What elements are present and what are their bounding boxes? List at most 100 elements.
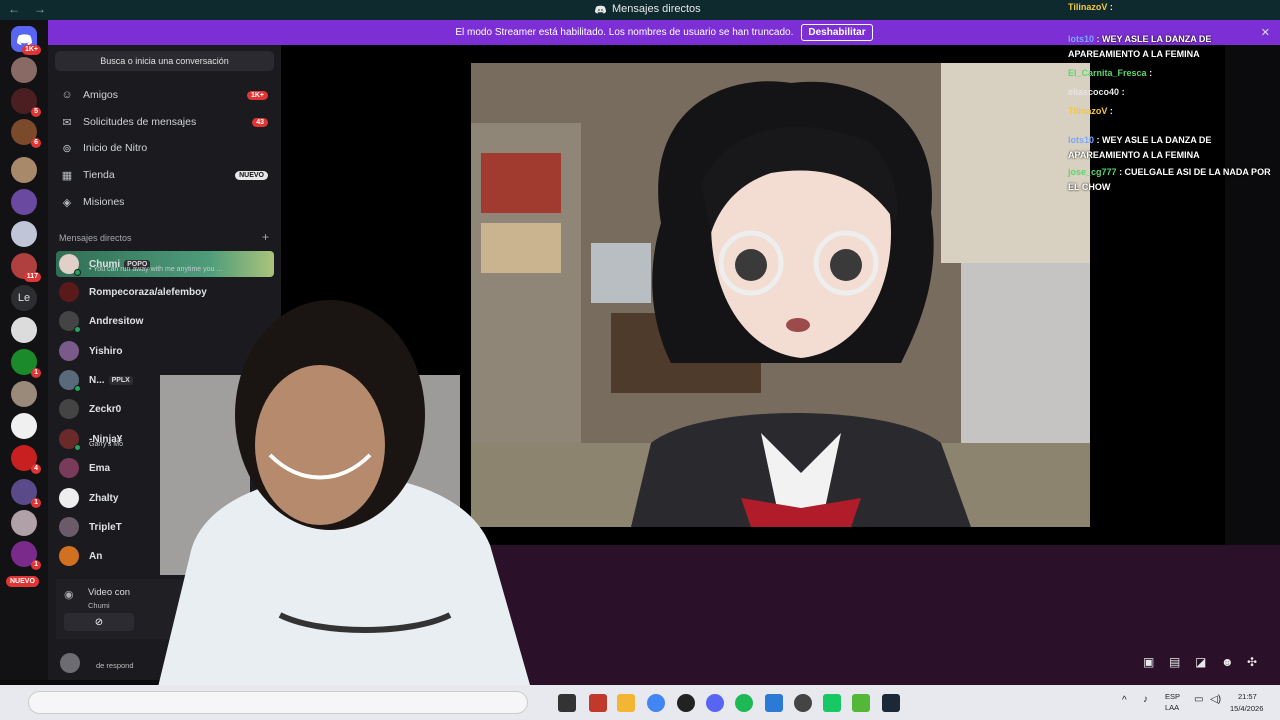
file-explorer-icon[interactable] (617, 694, 635, 712)
nitro-icon: ⊚ (62, 142, 72, 155)
forward-arrow-icon[interactable]: → (34, 2, 46, 16)
taskbar: ^ ♪ ESP LAA ▭ ◁) 21:57 15/4/2026 (0, 685, 1280, 720)
server-list: 1K+ 5 6 117 Le 1 4 1 1 NUEVO (0, 20, 48, 680)
chat-user: lots10 (1068, 135, 1095, 145)
search-input[interactable]: Busca o inicia una conversación (55, 51, 274, 71)
avatar (59, 341, 79, 361)
chrome-icon[interactable] (647, 694, 665, 712)
language-indicator[interactable]: ESP (1165, 692, 1180, 701)
clock-time[interactable]: 21:57 (1238, 692, 1257, 701)
status-dot (74, 269, 81, 276)
chat-user: El_Carnita_Fresca (1068, 68, 1147, 78)
server-icon[interactable] (11, 157, 37, 183)
status-dot (74, 444, 81, 451)
voice-channel: Chumi (88, 601, 110, 610)
dm-name: Yishiro (89, 345, 123, 357)
server-icon[interactable] (11, 413, 37, 439)
avatar (59, 546, 79, 566)
server-icon[interactable] (11, 510, 37, 536)
apps-icon[interactable]: ✣ (1247, 655, 1257, 669)
spotify-icon[interactable] (735, 694, 753, 712)
server-icon[interactable]: 1 (11, 349, 41, 378)
window-title: Mensajes directos (595, 3, 701, 15)
menu-item-nitro[interactable]: ⊚ Inicio de Nitro (56, 136, 274, 160)
menu-item-friends[interactable]: ☺ Amigos 1K+ (56, 83, 274, 107)
new-pill[interactable]: NUEVO (6, 576, 39, 587)
server-icon[interactable]: 5 (11, 88, 41, 117)
server-badge: 1 (31, 560, 41, 570)
dm-name: Zeckr0 (89, 403, 122, 415)
dm-tag: PPLX (108, 375, 133, 385)
disable-streamer-button[interactable]: Deshabilitar (801, 24, 873, 41)
chat-text: : (1121, 87, 1125, 97)
sticker-icon[interactable]: ◪ (1195, 655, 1206, 669)
avatar (59, 488, 79, 508)
gif-icon[interactable]: ▤ (1169, 655, 1180, 669)
app-icon[interactable] (677, 694, 695, 712)
chat-user: lots10 (1068, 34, 1095, 44)
menu-item-quests[interactable]: ◈ Misiones (56, 190, 274, 214)
layout-indicator: LAA (1165, 703, 1180, 712)
server-icon[interactable]: 1 (11, 479, 41, 508)
chat-message: eliascoco40 : (1066, 85, 1280, 100)
chat-message: TilinazoV : (1066, 0, 1280, 15)
server-icon[interactable] (11, 221, 37, 247)
server-icon[interactable]: 117 (11, 253, 41, 282)
dm-name: Ema (89, 462, 111, 474)
app-icon[interactable] (852, 694, 870, 712)
volume-icon[interactable]: ◁) (1210, 694, 1221, 705)
server-icon[interactable]: 6 (11, 119, 41, 148)
chat-text: : (1109, 2, 1113, 12)
chat-message: El_Carnita_Fresca : (1066, 66, 1280, 81)
add-dm-icon[interactable]: + (262, 230, 269, 244)
chat-user: TilinazoV (1068, 2, 1108, 12)
camera-off-button[interactable]: ⊘ (64, 613, 134, 631)
notepad-icon[interactable] (765, 694, 783, 712)
close-icon[interactable]: ✕ (1261, 26, 1270, 41)
title-text: Mensajes directos (612, 3, 701, 15)
emoji-icon[interactable]: ☻ (1221, 655, 1234, 669)
avatar (59, 311, 81, 333)
dm-header: Mensajes directos (59, 233, 132, 243)
chat-text: : (1109, 106, 1113, 116)
streamer-banner-text: El modo Streamer está habilitado. Los no… (455, 27, 794, 38)
menu-badge: NUEVO (235, 170, 268, 180)
system-tray: ^ ♪ ESP LAA ▭ ◁) 21:57 15/4/2026 (1118, 685, 1280, 720)
app-icon[interactable] (589, 694, 607, 712)
server-icon[interactable] (11, 57, 37, 83)
menu-label: Solicitudes de mensajes (83, 116, 197, 128)
taskbar-search[interactable] (28, 691, 528, 714)
server-icon[interactable]: Le (11, 285, 37, 311)
menu-item-shop[interactable]: ▦ Tienda NUEVO (56, 163, 274, 187)
mail-icon: ✉ (62, 116, 72, 129)
server-icon[interactable]: 4 (11, 445, 41, 474)
server-icon[interactable]: 1 (11, 541, 41, 570)
chat-text: : (1149, 68, 1153, 78)
server-icon[interactable] (11, 317, 37, 343)
chevron-up-icon[interactable]: ^ (1122, 695, 1127, 706)
menu-item-message-requests[interactable]: ✉ Solicitudes de mensajes 43 (56, 110, 274, 134)
app-icon[interactable] (823, 694, 841, 712)
discord-icon[interactable] (706, 694, 724, 712)
microphone-icon[interactable]: ♪ (1143, 694, 1148, 705)
back-arrow-icon[interactable]: ← (8, 2, 20, 16)
server-badge: 4 (31, 464, 41, 474)
menu-badge: 1K+ (246, 90, 268, 100)
server-icon[interactable] (11, 381, 37, 407)
server-icon[interactable] (11, 189, 37, 215)
home-button[interactable]: 1K+ (11, 26, 41, 55)
dm-status: Garry's Mo (89, 441, 124, 448)
server-badge: 5 (31, 107, 41, 117)
steam-icon[interactable] (882, 694, 900, 712)
avatar[interactable] (60, 653, 80, 673)
task-view-icon[interactable] (558, 694, 576, 712)
gift-icon[interactable]: ▣ (1143, 655, 1154, 669)
friends-icon: ☺ (61, 89, 73, 101)
menu-label: Inicio de Nitro (83, 142, 148, 154)
chat-message: lots10 : WEY ASLE LA DANZA DE APAREAMIEN… (1066, 133, 1280, 163)
video-feed[interactable] (471, 63, 1090, 527)
home-badge: 1K+ (21, 45, 41, 55)
network-icon[interactable]: ▭ (1194, 694, 1203, 705)
obs-icon[interactable] (794, 694, 812, 712)
server-badge: 1 (31, 368, 41, 378)
